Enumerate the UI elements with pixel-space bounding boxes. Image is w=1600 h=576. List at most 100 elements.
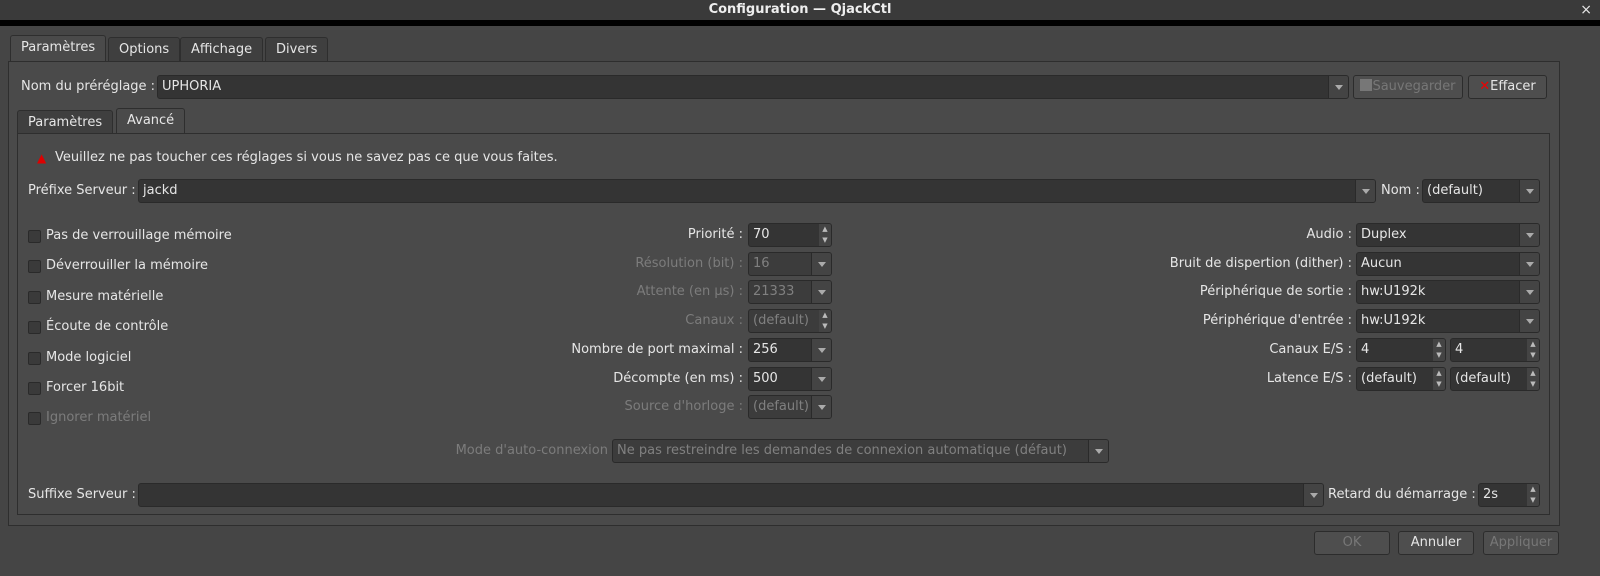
- field-label: Attente (en µs) :: [636, 284, 743, 300]
- tab-divers[interactable]: Divers: [265, 37, 329, 61]
- checkbox[interactable]: [28, 230, 41, 243]
- input-spinbox[interactable]: (default) ▲ ▼: [1356, 366, 1446, 391]
- checkbox-label: Ignorer matériel: [46, 410, 152, 426]
- field-value: 500: [753, 370, 778, 386]
- field-value: (default): [753, 399, 809, 415]
- checkbox[interactable]: [28, 412, 41, 426]
- tab-options[interactable]: Options: [108, 37, 181, 61]
- checkbox-label: Mesure matérielle: [46, 288, 164, 304]
- spin-arrows-icon[interactable]: ▲ ▼: [819, 224, 831, 246]
- chevron-down-icon: [1519, 281, 1539, 304]
- field-value: 16: [753, 255, 770, 271]
- field-value: 256: [753, 341, 778, 357]
- chevron-down-icon: [1088, 440, 1108, 462]
- chevron-down-icon: [1328, 76, 1348, 98]
- field-select[interactable]: hw:U192k: [1356, 309, 1540, 334]
- field-label: Source d'horloge :: [624, 399, 743, 415]
- subtab-parametres[interactable]: Paramètres: [17, 110, 114, 134]
- output-spinbox[interactable]: 4 ▲ ▼: [1450, 337, 1540, 362]
- autoconnect-select[interactable]: Ne pas restreindre les demandes de conne…: [612, 439, 1109, 463]
- checkbox-label: Pas de verrouillage mémoire: [46, 228, 232, 243]
- spin-arrows-icon[interactable]: ▲ ▼: [1527, 338, 1539, 361]
- prefix-combo[interactable]: jackd: [138, 179, 1376, 203]
- subtab-avance[interactable]: Avancé: [116, 108, 186, 134]
- input-spinbox[interactable]: 4 ▲ ▼: [1356, 337, 1446, 362]
- delete-button[interactable]: ✕Effacer: [1468, 75, 1547, 99]
- name-combo[interactable]: (default): [1422, 179, 1540, 203]
- chevron-down-icon: [1519, 310, 1539, 333]
- tab-parametres[interactable]: Paramètres: [10, 35, 107, 61]
- chevron-down-icon: [1519, 224, 1539, 246]
- output-spinbox[interactable]: (default) ▲ ▼: [1450, 366, 1540, 391]
- chevron-down-icon: [811, 252, 831, 275]
- chevron-down-icon: [811, 396, 831, 419]
- spin-arrows-icon[interactable]: ▲ ▼: [1433, 367, 1445, 390]
- field-value: 4: [1455, 341, 1464, 357]
- field-value: 4: [1361, 341, 1370, 357]
- checkbox[interactable]: [28, 260, 41, 274]
- field-label: Audio :: [1306, 227, 1352, 242]
- prefix-label: Préfixe Serveur :: [28, 183, 136, 198]
- chevron-down-icon: [811, 281, 831, 304]
- save-button[interactable]: Sauvegarder: [1353, 75, 1463, 99]
- field-label: Nombre de port maximal :: [571, 341, 743, 357]
- chevron-down-icon: [811, 338, 831, 361]
- delay-spinbox[interactable]: 2s ▲ ▼: [1478, 483, 1540, 507]
- suffix-combo[interactable]: [138, 483, 1324, 507]
- chevron-down-icon: [811, 367, 831, 390]
- field-label: Périphérique de sortie :: [1199, 284, 1352, 300]
- field-input[interactable]: 21333: [748, 280, 832, 305]
- warning-text: Veuillez ne pas toucher ces réglages si …: [55, 150, 558, 165]
- field-label: Bruit de dispertion (dither) :: [1169, 255, 1352, 271]
- checkbox[interactable]: [28, 382, 41, 395]
- field-input[interactable]: (default): [748, 395, 832, 420]
- field-value: (default): [1455, 370, 1511, 386]
- spin-arrows-icon[interactable]: ▲ ▼: [1527, 484, 1539, 506]
- checkbox[interactable]: [28, 321, 41, 335]
- suffix-label: Suffixe Serveur :: [28, 487, 136, 502]
- spin-arrows-icon[interactable]: ▲ ▼: [1433, 338, 1445, 361]
- field-select[interactable]: Aucun: [1356, 251, 1540, 276]
- autoconnect-value: Ne pas restreindre les demandes de conne…: [617, 443, 1067, 458]
- checkbox[interactable]: [28, 351, 41, 365]
- field-label: Priorité :: [687, 227, 743, 242]
- spin-arrows-icon[interactable]: ▲ ▼: [819, 310, 831, 333]
- name-value: (default): [1427, 183, 1483, 198]
- field-input[interactable]: 16: [748, 251, 832, 276]
- apply-button[interactable]: Appliquer: [1483, 531, 1559, 555]
- chevron-down-icon: [1355, 180, 1375, 202]
- field-input[interactable]: (default) ▲ ▼: [748, 309, 832, 334]
- chevron-down-icon: [1303, 484, 1323, 506]
- chevron-down-icon: [1519, 180, 1539, 202]
- field-label: Canaux E/S :: [1269, 341, 1352, 357]
- spin-arrows-icon[interactable]: ▲ ▼: [1527, 367, 1539, 390]
- field-select[interactable]: hw:U192k: [1356, 280, 1540, 305]
- field-value: 70: [753, 227, 770, 242]
- preset-select[interactable]: UPHORIA: [157, 75, 1349, 99]
- floppy-icon: [1360, 79, 1373, 91]
- field-value: Duplex: [1361, 227, 1407, 242]
- field-input[interactable]: 256: [748, 337, 832, 362]
- preset-label: Nom du préréglage :: [21, 79, 156, 94]
- title-bar: Configuration — QjackCtl: [0, 0, 1600, 20]
- field-value: Aucun: [1361, 255, 1402, 271]
- field-label: Résolution (bit) :: [635, 255, 743, 271]
- field-input[interactable]: 70 ▲ ▼: [748, 223, 832, 247]
- checkbox-label: Mode logiciel: [46, 349, 132, 365]
- ok-button[interactable]: OK: [1314, 531, 1390, 555]
- divider: [0, 20, 1600, 26]
- cancel-button[interactable]: Annuler: [1398, 531, 1474, 555]
- prefix-value: jackd: [143, 183, 178, 198]
- field-input[interactable]: 500: [748, 366, 832, 391]
- delete-label: Effacer: [1490, 79, 1536, 94]
- close-icon[interactable]: ×: [1580, 0, 1592, 20]
- warning-icon: ▲: [37, 151, 47, 165]
- field-select[interactable]: Duplex: [1356, 223, 1540, 247]
- delay-value: 2s: [1483, 487, 1499, 502]
- checkbox[interactable]: [28, 290, 41, 304]
- field-label: Latence E/S :: [1266, 370, 1352, 386]
- chevron-down-icon: [1519, 252, 1539, 275]
- checkbox-label: Déverrouiller la mémoire: [46, 258, 209, 274]
- tab-affichage[interactable]: Affichage: [180, 37, 264, 61]
- window-title: Configuration — QjackCtl: [708, 2, 892, 17]
